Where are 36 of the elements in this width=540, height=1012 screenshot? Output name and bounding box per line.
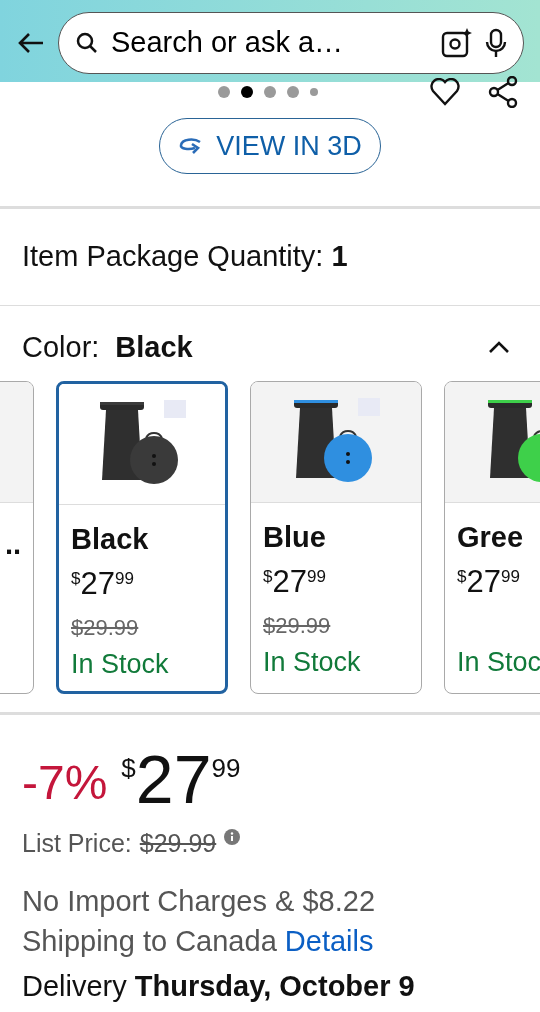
color-swatch-card[interactable]: Blue $^{$}$27$^{99}$ $29.99 In Stock xyxy=(250,381,422,694)
chevron-up-icon[interactable] xyxy=(488,340,510,355)
list-price-label: List Price: xyxy=(22,828,132,859)
search-input[interactable]: Search or ask a… xyxy=(111,21,429,65)
swatch-name: Gree xyxy=(457,520,525,555)
color-swatch-card[interactable]: Black $^{$}$27$^{99}$ $29.99 In Stock xyxy=(56,381,228,694)
stock-status: In Stoc xyxy=(457,646,540,679)
swatch-price: $^{$}$27$^{99}$ xyxy=(457,563,521,601)
package-quantity-value: 1 xyxy=(331,239,348,274)
color-label: Color: xyxy=(22,329,100,365)
package-quantity-label: Item Package Quantity: xyxy=(22,239,324,274)
share-icon[interactable] xyxy=(488,76,518,108)
shipping-info: No Import Charges & $8.22 Shipping to Canada Details xyxy=(21,883,376,959)
list-price-value: $29.99 xyxy=(139,828,217,859)
color-value: Black xyxy=(115,329,193,365)
back-icon[interactable] xyxy=(16,31,46,55)
color-swatch-card[interactable]: .. xyxy=(0,381,34,694)
swatch-name: Black xyxy=(71,522,150,557)
camera-icon[interactable] xyxy=(441,28,473,58)
heart-icon[interactable] xyxy=(430,78,460,106)
swatch-list-price: $29.99 xyxy=(263,612,331,640)
swatch-name: Blue xyxy=(263,520,327,555)
stock-status: In Stock xyxy=(71,648,170,681)
discount-percent: -7% xyxy=(22,755,108,811)
microphone-icon[interactable] xyxy=(485,28,507,58)
details-link[interactable]: Details xyxy=(284,924,374,957)
search-icon xyxy=(75,31,99,55)
color-swatch-card[interactable]: Gree $^{$}$27$^{99}$ In Stoc xyxy=(444,381,540,694)
swatch-price: $^{$}$27$^{99}$ xyxy=(263,563,327,601)
swatch-price: $^{$}$27$^{99}$ xyxy=(71,565,135,603)
swatch-name: .. xyxy=(4,527,21,562)
delivery-date: Delivery Thursday, October 9 xyxy=(21,968,416,1004)
stock-status: In Stock xyxy=(263,646,362,679)
swatch-list-price: $29.99 xyxy=(71,614,139,642)
info-icon[interactable] xyxy=(224,829,241,845)
search-field[interactable]: Search or ask a… xyxy=(58,12,524,74)
